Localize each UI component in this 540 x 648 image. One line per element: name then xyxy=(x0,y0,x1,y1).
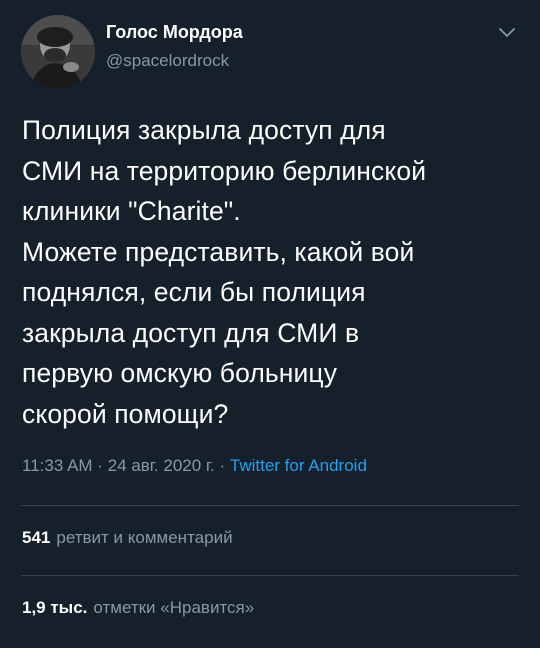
likes-count: 1,9 тыс. xyxy=(22,598,88,617)
tweet-header: Голос Мордора @spacelordrock xyxy=(0,0,540,96)
avatar[interactable] xyxy=(21,15,95,89)
divider xyxy=(21,505,519,506)
chevron-down-icon[interactable] xyxy=(496,22,518,44)
likes-label: отметки «Нравится» xyxy=(93,598,255,617)
tweet-date[interactable]: 24 авг. 2020 г. xyxy=(108,456,215,475)
retweets-stat[interactable]: 541 ретвит и комментарий xyxy=(22,528,233,548)
divider xyxy=(21,575,519,576)
author-handle[interactable]: @spacelordrock xyxy=(106,51,229,71)
tweet-text: Полиция закрыла доступ для СМИ на террит… xyxy=(22,115,427,429)
tweet-meta: 11:33 AM · 24 авг. 2020 г. · Twitter for… xyxy=(22,456,367,476)
retweets-count: 541 xyxy=(22,528,51,547)
tweet-time[interactable]: 11:33 AM xyxy=(22,456,93,475)
tweet-source-link[interactable]: Twitter for Android xyxy=(230,456,367,475)
retweets-label: ретвит и комментарий xyxy=(56,528,233,547)
likes-stat[interactable]: 1,9 тыс. отметки «Нравится» xyxy=(22,598,254,618)
meta-separator: · xyxy=(214,456,230,475)
meta-separator: · xyxy=(92,456,108,475)
author-name[interactable]: Голос Мордора xyxy=(106,22,243,43)
avatar-photo-icon xyxy=(21,15,95,89)
